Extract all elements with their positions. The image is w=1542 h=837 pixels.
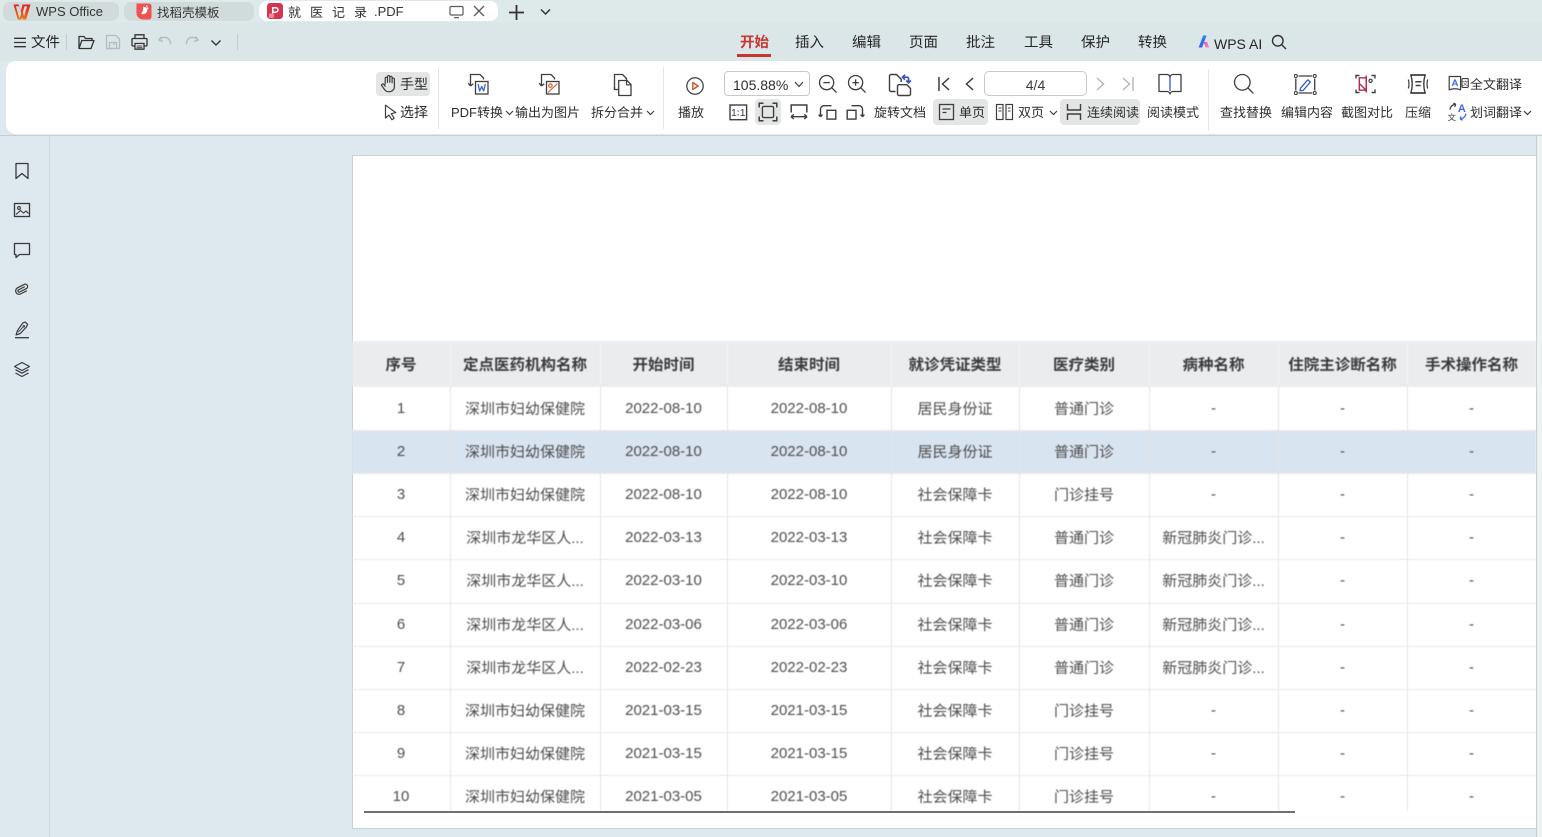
svg-text:A: A xyxy=(1451,78,1458,89)
svg-text:文: 文 xyxy=(1462,78,1468,87)
svg-text:1: 1 xyxy=(740,107,746,119)
svg-text:文: 文 xyxy=(1448,111,1457,122)
svg-text:A: A xyxy=(1458,103,1466,115)
